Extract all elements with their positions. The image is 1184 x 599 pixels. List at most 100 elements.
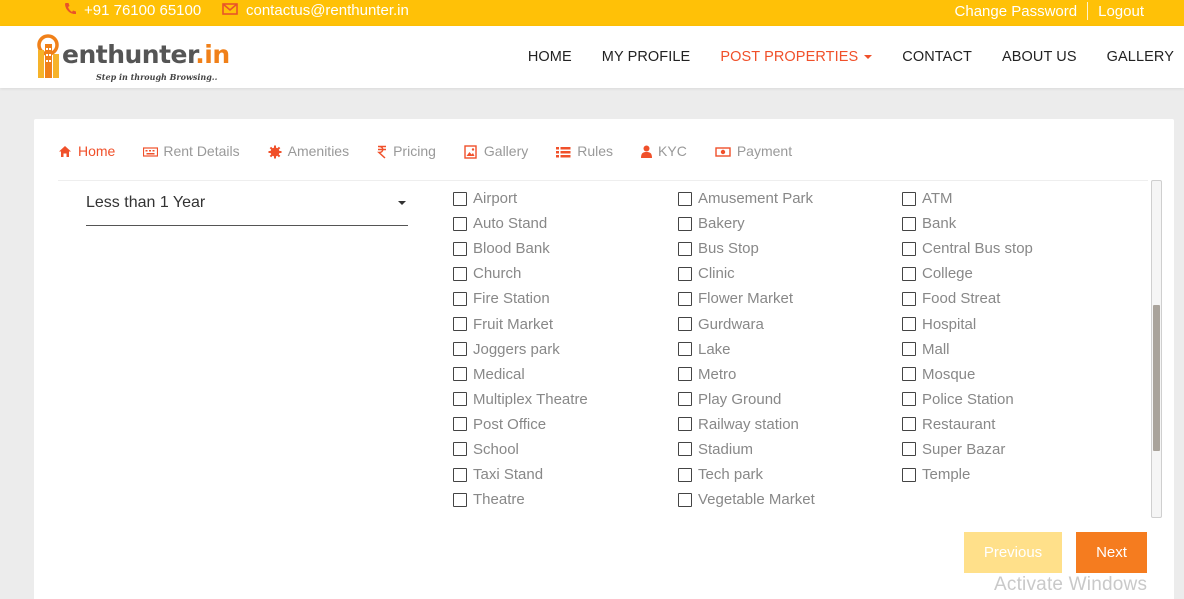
nav-gallery[interactable]: GALLERY (1107, 49, 1174, 65)
tab-rules[interactable]: Rules (556, 143, 613, 180)
amenity-item[interactable]: Temple (902, 462, 1033, 487)
amenity-item[interactable]: Bus Stop (678, 236, 815, 261)
tab-amenities[interactable]: Amenities (268, 143, 349, 180)
amenity-checkbox[interactable] (453, 191, 467, 206)
amenity-item[interactable]: Gurdwara (678, 311, 815, 336)
amenity-item[interactable]: Church (453, 261, 588, 286)
amenity-item[interactable]: Play Ground (678, 387, 815, 412)
amenity-checkbox[interactable] (902, 417, 916, 432)
amenity-checkbox[interactable] (453, 392, 467, 407)
amenity-item[interactable]: Bakery (678, 211, 815, 236)
amenity-item[interactable]: Police Station (902, 387, 1033, 412)
tab-gallery[interactable]: Gallery (464, 143, 528, 180)
nav-about-us[interactable]: ABOUT US (1002, 49, 1077, 65)
amenity-item[interactable]: Amusement Park (678, 186, 815, 211)
amenity-checkbox[interactable] (678, 367, 692, 382)
amenity-item[interactable]: Theatre (453, 487, 588, 512)
amenity-checkbox[interactable] (678, 291, 692, 306)
amenity-item[interactable]: Mosque (902, 362, 1033, 387)
amenity-checkbox[interactable] (678, 417, 692, 432)
amenity-checkbox[interactable] (453, 342, 467, 357)
amenity-checkbox[interactable] (902, 216, 916, 231)
previous-button[interactable]: Previous (964, 532, 1062, 573)
amenity-checkbox[interactable] (678, 442, 692, 457)
amenity-item[interactable]: Flower Market (678, 286, 815, 311)
amenity-checkbox[interactable] (453, 492, 467, 507)
amenity-checkbox[interactable] (678, 266, 692, 281)
logout-link[interactable]: Logout (1098, 3, 1144, 20)
amenity-checkbox[interactable] (453, 367, 467, 382)
amenity-checkbox[interactable] (902, 291, 916, 306)
amenity-checkbox[interactable] (678, 191, 692, 206)
amenity-checkbox[interactable] (453, 291, 467, 306)
amenity-checkbox[interactable] (902, 467, 916, 482)
amenity-item[interactable]: ATM (902, 186, 1033, 211)
change-password-link[interactable]: Change Password (955, 3, 1078, 20)
amenity-item[interactable]: Stadium (678, 437, 815, 462)
scrollbar-thumb[interactable] (1153, 305, 1160, 451)
amenity-checkbox[interactable] (902, 442, 916, 457)
amenities-scrollbar[interactable] (1151, 180, 1162, 518)
amenity-item[interactable]: Super Bazar (902, 437, 1033, 462)
amenity-checkbox[interactable] (453, 442, 467, 457)
amenity-item[interactable]: Lake (678, 337, 815, 362)
property-age-select[interactable]: Less than 1 Year (86, 186, 408, 226)
amenity-checkbox[interactable] (678, 241, 692, 256)
amenity-item[interactable]: Airport (453, 186, 588, 211)
amenity-item[interactable]: Fruit Market (453, 311, 588, 336)
tab-kyc[interactable]: KYC (641, 143, 687, 180)
amenity-checkbox[interactable] (678, 216, 692, 231)
amenity-item[interactable]: Railway station (678, 412, 815, 437)
amenity-item[interactable]: Clinic (678, 261, 815, 286)
amenity-item[interactable]: Bank (902, 211, 1033, 236)
amenity-item[interactable]: Restaurant (902, 412, 1033, 437)
amenity-checkbox[interactable] (678, 317, 692, 332)
amenity-item[interactable]: Metro (678, 362, 815, 387)
site-logo[interactable]: enthunter.in Step in through Browsing.. (34, 30, 230, 84)
nav-contact[interactable]: CONTACT (902, 49, 972, 65)
amenity-checkbox[interactable] (453, 266, 467, 281)
amenity-checkbox[interactable] (902, 367, 916, 382)
amenity-checkbox[interactable] (453, 317, 467, 332)
amenity-item[interactable]: Tech park (678, 462, 815, 487)
amenity-checkbox[interactable] (902, 392, 916, 407)
amenity-checkbox[interactable] (902, 342, 916, 357)
amenity-item[interactable]: Mall (902, 337, 1033, 362)
nav-post-properties[interactable]: POST PROPERTIES (720, 49, 873, 65)
amenity-item[interactable]: College (902, 261, 1033, 286)
amenity-label: Vegetable Market (698, 491, 815, 509)
amenity-checkbox[interactable] (453, 216, 467, 231)
amenity-checkbox[interactable] (678, 467, 692, 482)
amenity-item[interactable]: Post Office (453, 412, 588, 437)
amenity-checkbox[interactable] (453, 241, 467, 256)
nav-my-profile[interactable]: MY PROFILE (602, 49, 691, 65)
tab-home[interactable]: Home (58, 143, 115, 180)
amenity-checkbox[interactable] (453, 417, 467, 432)
amenity-checkbox[interactable] (902, 191, 916, 206)
amenity-item[interactable]: Multiplex Theatre (453, 387, 588, 412)
amenity-item[interactable]: Blood Bank (453, 236, 588, 261)
amenity-item[interactable]: Vegetable Market (678, 487, 815, 512)
amenity-item[interactable]: Medical (453, 362, 588, 387)
tab-payment[interactable]: Payment (715, 143, 792, 180)
amenity-item[interactable]: Food Streat (902, 286, 1033, 311)
amenity-item[interactable]: Auto Stand (453, 211, 588, 236)
amenity-item[interactable]: School (453, 437, 588, 462)
tab-rent-details[interactable]: Rent Details (143, 143, 240, 180)
amenity-checkbox[interactable] (678, 392, 692, 407)
amenity-item[interactable]: Joggers park (453, 337, 588, 362)
tab-pricing[interactable]: Pricing (377, 143, 436, 180)
amenity-item[interactable]: Fire Station (453, 286, 588, 311)
amenity-checkbox[interactable] (902, 266, 916, 281)
amenity-item[interactable]: Central Bus stop (902, 236, 1033, 261)
amenity-checkbox[interactable] (902, 317, 916, 332)
amenity-checkbox[interactable] (453, 467, 467, 482)
amenity-checkbox[interactable] (678, 492, 692, 507)
amenity-item[interactable]: Hospital (902, 311, 1033, 336)
amenity-checkbox[interactable] (902, 241, 916, 256)
amenity-item[interactable]: Taxi Stand (453, 462, 588, 487)
next-button[interactable]: Next (1076, 532, 1147, 573)
nav-home[interactable]: HOME (528, 49, 572, 65)
brand-tagline: Step in through Browsing.. (96, 72, 218, 82)
amenity-checkbox[interactable] (678, 342, 692, 357)
